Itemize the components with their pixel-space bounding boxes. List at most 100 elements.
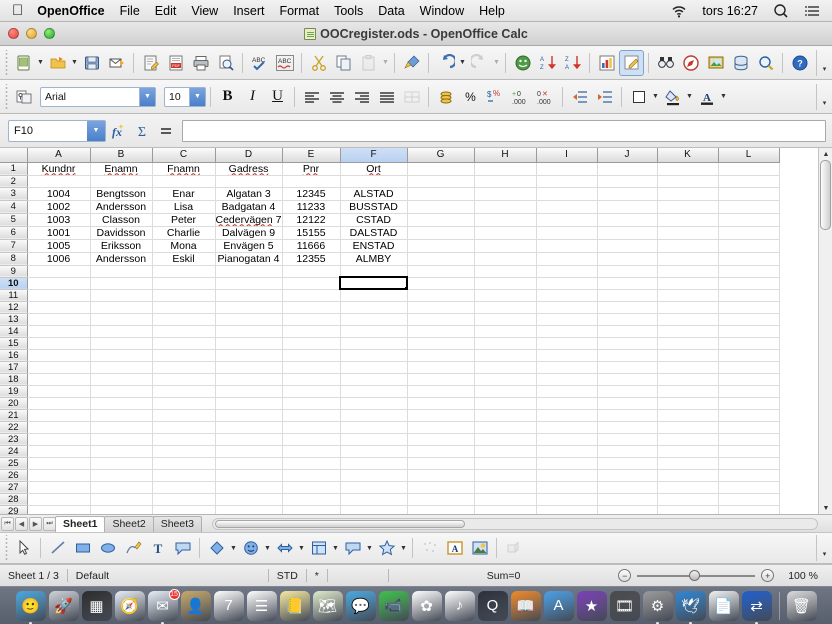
column-header-c[interactable]: C — [152, 148, 216, 163]
cell-G12[interactable] — [407, 301, 475, 314]
cell-G16[interactable] — [407, 349, 475, 362]
open-document-dropdown[interactable]: ▼ — [70, 50, 79, 76]
cell-E17[interactable] — [282, 361, 341, 374]
cell-B25[interactable] — [90, 457, 153, 470]
cell-K11[interactable] — [657, 289, 719, 302]
cell-J19[interactable] — [597, 385, 658, 398]
scroll-down-arrow-icon[interactable]: ▼ — [819, 502, 832, 514]
cell-G24[interactable] — [407, 445, 475, 458]
cell-G2[interactable] — [407, 175, 475, 188]
first-sheet-button[interactable]: ⏮ — [1, 516, 14, 531]
zoom-slider-knob[interactable] — [689, 570, 701, 581]
cell-H15[interactable] — [474, 337, 537, 350]
status-page-style[interactable]: Default — [68, 568, 268, 584]
align-right-button[interactable] — [349, 84, 374, 110]
dock-launchpad[interactable]: 🚀 — [48, 590, 79, 621]
cell-H25[interactable] — [474, 457, 537, 470]
formula-input[interactable] — [182, 119, 826, 142]
cell-H8[interactable] — [474, 252, 537, 266]
column-header-h[interactable]: H — [474, 148, 537, 163]
cell-K17[interactable] — [657, 361, 719, 374]
cell-H22[interactable] — [474, 421, 537, 434]
zoom-button[interactable] — [753, 50, 778, 76]
rectangle-tool-button[interactable] — [70, 535, 95, 561]
cell-K18[interactable] — [657, 373, 719, 386]
justified-button[interactable] — [374, 84, 399, 110]
merge-cells-button[interactable] — [399, 84, 424, 110]
cell-I21[interactable] — [536, 409, 598, 422]
cell-I25[interactable] — [536, 457, 598, 470]
cell-B21[interactable] — [90, 409, 153, 422]
freeform-line-tool-button[interactable] — [120, 535, 145, 561]
align-left-button[interactable] — [299, 84, 324, 110]
cell-D1[interactable]: Gadress — [215, 162, 283, 176]
block-arrows-button[interactable] — [272, 535, 297, 561]
dock-openoffice[interactable]: 🕊 — [675, 590, 706, 624]
email-document-button[interactable] — [104, 50, 129, 76]
cell-F16[interactable] — [340, 349, 408, 362]
cell-L14[interactable] — [718, 325, 780, 338]
cell-I1[interactable] — [536, 162, 598, 176]
cell-F21[interactable] — [340, 409, 408, 422]
row-header-25[interactable]: 25 — [0, 457, 28, 470]
row-header-28[interactable]: 28 — [0, 493, 28, 506]
underline-button[interactable]: U — [265, 84, 290, 110]
cell-G4[interactable] — [407, 200, 475, 214]
column-header-g[interactable]: G — [407, 148, 475, 163]
autospellcheck-button[interactable]: ABC — [272, 50, 297, 76]
cell-H24[interactable] — [474, 445, 537, 458]
cell-A26[interactable] — [27, 469, 91, 482]
cell-F11[interactable] — [340, 289, 408, 302]
cell-F23[interactable] — [340, 433, 408, 446]
row-header-16[interactable]: 16 — [0, 349, 28, 362]
cell-B20[interactable] — [90, 397, 153, 410]
cell-F22[interactable] — [340, 421, 408, 434]
ellipse-tool-button[interactable] — [95, 535, 120, 561]
cell-J11[interactable] — [597, 289, 658, 302]
cell-K13[interactable] — [657, 313, 719, 326]
cell-B4[interactable]: Andersson — [90, 200, 153, 214]
cell-B12[interactable] — [90, 301, 153, 314]
row-header-29[interactable]: 29 — [0, 505, 28, 514]
close-button[interactable] — [8, 28, 19, 39]
cell-C29[interactable] — [152, 505, 216, 514]
cell-B1[interactable]: Enamn — [90, 162, 153, 176]
column-header-b[interactable]: B — [90, 148, 153, 163]
cell-I6[interactable] — [536, 226, 598, 240]
zoom-button[interactable] — [44, 28, 55, 39]
cell-I14[interactable] — [536, 325, 598, 338]
cell-F13[interactable] — [340, 313, 408, 326]
cell-E23[interactable] — [282, 433, 341, 446]
cell-K28[interactable] — [657, 493, 719, 506]
dock-teamviewer[interactable]: ⇄ — [741, 590, 772, 624]
dock-reminders[interactable]: ☰ — [246, 590, 277, 621]
cell-J13[interactable] — [597, 313, 658, 326]
callout-shapes-dropdown[interactable]: ▼ — [365, 535, 374, 561]
cell-G6[interactable] — [407, 226, 475, 240]
cell-J12[interactable] — [597, 301, 658, 314]
print-preview-button[interactable] — [213, 50, 238, 76]
cell-G26[interactable] — [407, 469, 475, 482]
cell-I2[interactable] — [536, 175, 598, 188]
cell-J24[interactable] — [597, 445, 658, 458]
cell-A11[interactable] — [27, 289, 91, 302]
cell-A6[interactable]: 1001 — [27, 226, 91, 240]
menu-view[interactable]: View — [191, 4, 218, 18]
basic-shapes-dropdown[interactable]: ▼ — [229, 535, 238, 561]
cell-B8[interactable]: Andersson — [90, 252, 153, 266]
basic-shapes-button[interactable] — [204, 535, 229, 561]
cell-D13[interactable] — [215, 313, 283, 326]
new-document-button[interactable] — [11, 50, 36, 76]
cell-L7[interactable] — [718, 239, 780, 253]
menu-edit[interactable]: Edit — [155, 4, 177, 18]
column-header-e[interactable]: E — [282, 148, 341, 163]
cell-D29[interactable] — [215, 505, 283, 514]
cell-A21[interactable] — [27, 409, 91, 422]
save-document-button[interactable] — [79, 50, 104, 76]
cell-F15[interactable] — [340, 337, 408, 350]
zoom-out-button[interactable]: − — [618, 569, 632, 582]
cell-I20[interactable] — [536, 397, 598, 410]
cell-H6[interactable] — [474, 226, 537, 240]
cell-I17[interactable] — [536, 361, 598, 374]
dock-trash[interactable]: 🗑 — [786, 590, 817, 621]
